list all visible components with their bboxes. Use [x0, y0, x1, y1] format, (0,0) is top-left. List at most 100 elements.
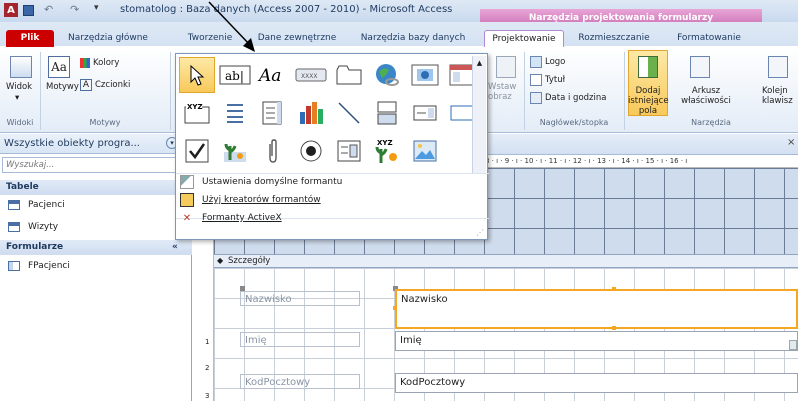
text-box-nazwisko[interactable]: Nazwisko: [395, 289, 798, 329]
image-icon[interactable]: [407, 133, 443, 169]
tab-arrange[interactable]: Rozmieszczanie: [570, 30, 658, 48]
gallery-scrollbar[interactable]: ▲: [472, 56, 486, 174]
menu-item-label: Formanty ActiveX: [202, 213, 282, 223]
tab-design[interactable]: Projektowanie: [484, 30, 564, 48]
fonts-button-label[interactable]: Czcionki: [95, 80, 130, 90]
nav-item-label: FPacjenci: [28, 261, 70, 271]
scroll-thumb[interactable]: [789, 340, 797, 350]
subform-icon[interactable]: [331, 133, 367, 169]
property-sheet-label[interactable]: Arkusz właściwości: [678, 86, 734, 106]
title-button[interactable]: Tytuł: [545, 75, 565, 85]
svg-text:Aa: Aa: [257, 66, 281, 86]
resize-grip-icon[interactable]: ⋰: [476, 228, 484, 237]
redo-icon[interactable]: ↷: [70, 3, 79, 16]
check-box-icon[interactable]: [179, 133, 215, 169]
insert-image-label[interactable]: Wstaw obraz: [488, 82, 520, 102]
add-existing-fields-label: Dodaj istniejące pola: [628, 86, 669, 116]
svg-text:XXXX: XXXX: [301, 73, 317, 80]
option-button-icon[interactable]: [293, 133, 329, 169]
text-box-imie[interactable]: Imię: [395, 331, 798, 351]
nav-group-forms[interactable]: Formularze «: [0, 240, 192, 255]
insert-image-icon[interactable]: [496, 56, 516, 78]
table-icon: [8, 200, 20, 210]
resize-handle[interactable]: [393, 306, 397, 310]
tab-control-icon[interactable]: [331, 57, 367, 93]
text-box-kodpocztowy[interactable]: KodPocztowy: [395, 373, 798, 393]
form-icon: [8, 261, 20, 271]
view-icon[interactable]: [10, 56, 32, 78]
ruler-number: 2: [205, 364, 210, 372]
themes-icon[interactable]: Aa: [48, 56, 70, 78]
svg-text:XYZ: XYZ: [377, 139, 393, 147]
property-sheet-icon[interactable]: [690, 56, 710, 78]
nav-search-input[interactable]: Wyszukaj...: [2, 157, 190, 173]
ruler-number: 1: [205, 338, 210, 346]
logo-button[interactable]: Logo: [545, 57, 565, 67]
access-app-icon[interactable]: A: [4, 3, 18, 17]
combo-box-icon[interactable]: [255, 95, 291, 131]
menu-item-use-wizards[interactable]: Użyj kreatorów formantów: [180, 192, 321, 208]
tab-order-label[interactable]: Kolejn klawisz: [762, 86, 798, 106]
resize-handle[interactable]: [612, 326, 616, 330]
nav-item-table[interactable]: Wizyty: [8, 219, 58, 235]
select-pointer-icon[interactable]: [179, 57, 215, 93]
qat-customize-icon[interactable]: ▾: [94, 3, 99, 13]
tab-file[interactable]: Plik: [6, 30, 54, 48]
nav-group-tables[interactable]: Tabele: [0, 180, 192, 195]
date-time-button[interactable]: Data i godzina: [545, 93, 606, 103]
chart-icon[interactable]: [293, 95, 329, 131]
label-control-kodpocztowy[interactable]: KodPocztowy: [240, 374, 360, 389]
section-label: Szczegóły: [228, 256, 271, 266]
label-control-imie[interactable]: Imię: [240, 332, 360, 347]
group-label-themes: Motywy: [89, 118, 121, 127]
group-label-header-footer: Nagłówek/stopka: [539, 118, 609, 127]
undo-icon[interactable]: ↶: [44, 3, 53, 16]
toggle-button-icon[interactable]: [369, 95, 405, 131]
scroll-up-icon[interactable]: ▲: [473, 56, 486, 70]
option-group-icon[interactable]: XYZ: [179, 95, 215, 131]
control-defaults-icon: [180, 175, 194, 189]
label-control-nazwisko[interactable]: Nazwisko: [240, 291, 360, 306]
hyperlink-icon[interactable]: [369, 57, 405, 93]
nav-pane-header[interactable]: Wszystkie obiekty progra... ▾: [0, 134, 192, 154]
tab-database-tools[interactable]: Narzędzia bazy danych: [352, 30, 474, 48]
logo-icon[interactable]: [530, 56, 542, 68]
menu-item-activex[interactable]: ✕ Formanty ActiveX: [180, 210, 282, 226]
ruler-numbers: 8 · ı · 9 · ı · 10 · ı · 11 · ı · 12 · ı…: [485, 157, 688, 165]
line-icon[interactable]: [331, 95, 367, 131]
view-button-label[interactable]: Widok: [6, 82, 32, 92]
detail-section-bar[interactable]: ◆ Szczegóły: [214, 254, 798, 268]
group-label-tools: Narzędzia: [691, 118, 731, 127]
resize-handle[interactable]: [612, 287, 616, 291]
label-icon[interactable]: Aa: [255, 57, 291, 93]
menu-item-control-defaults[interactable]: Ustawienia domyślne formantu: [180, 174, 342, 190]
page-break-icon[interactable]: [217, 95, 253, 131]
nav-group-label: Formularze: [6, 242, 64, 252]
tab-format[interactable]: Formatowanie: [664, 30, 754, 48]
web-browser-icon[interactable]: [407, 57, 443, 93]
ruler-number: 3: [205, 392, 210, 400]
close-document-icon[interactable]: ×: [787, 137, 795, 148]
nav-item-label: Wizyty: [28, 222, 59, 232]
collapse-chevron-icon[interactable]: «: [172, 240, 178, 255]
nav-item-table[interactable]: Pacjenci: [8, 197, 65, 213]
nav-item-label: Pacjenci: [28, 200, 65, 210]
attachment-icon[interactable]: [255, 133, 291, 169]
wand-icon: [180, 193, 194, 207]
save-icon[interactable]: [23, 5, 34, 16]
text-box-icon[interactable]: ab|: [217, 57, 253, 93]
date-time-icon[interactable]: [530, 92, 542, 104]
fonts-icon[interactable]: A: [80, 79, 92, 91]
colors-icon[interactable]: [80, 58, 90, 68]
list-box-icon[interactable]: [407, 95, 443, 131]
title-icon[interactable]: [530, 74, 542, 86]
unbound-object-frame-icon[interactable]: [217, 133, 253, 169]
svg-text:XYZ: XYZ: [187, 103, 203, 111]
nav-item-form[interactable]: FPacjenci: [8, 258, 70, 274]
themes-button-label[interactable]: Motywy: [46, 82, 79, 92]
button-icon[interactable]: XXXX: [293, 57, 329, 93]
tab-order-icon[interactable]: [768, 56, 788, 78]
colors-button-label[interactable]: Kolory: [93, 58, 119, 68]
tab-home[interactable]: Narzędzia główne: [58, 30, 158, 48]
bound-object-frame-icon[interactable]: XYZ: [369, 133, 405, 169]
